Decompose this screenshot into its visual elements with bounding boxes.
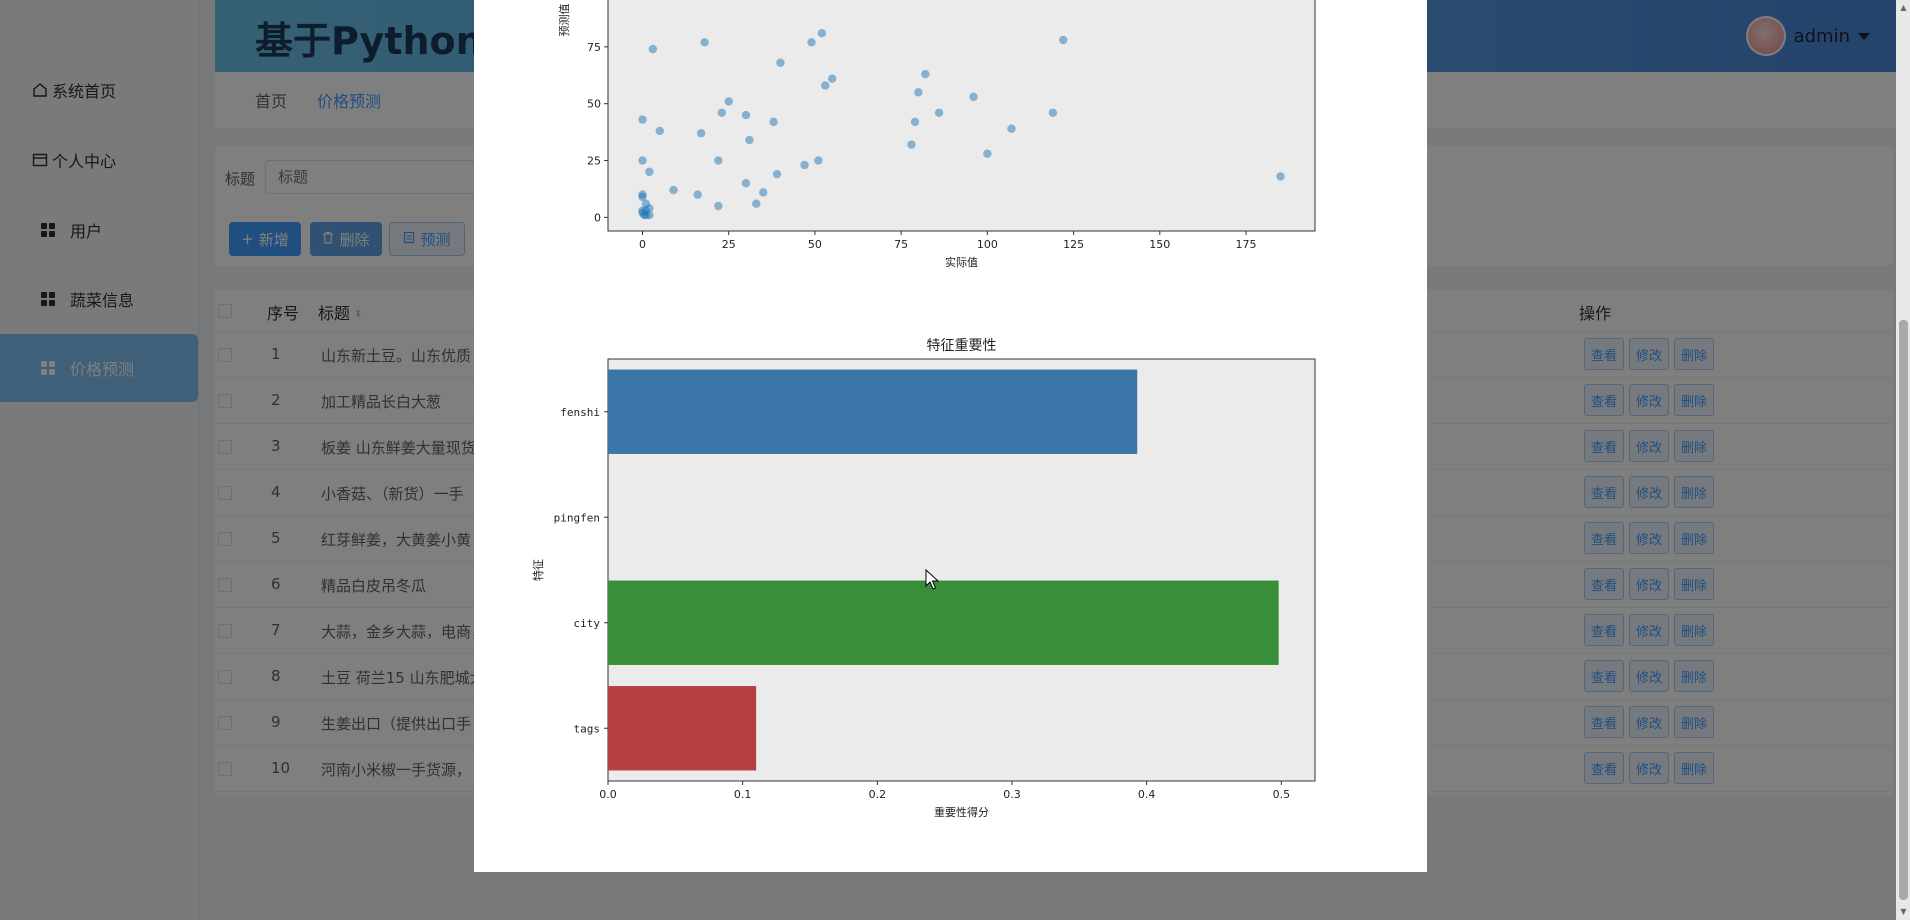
y-tick-label: 0 bbox=[594, 211, 601, 224]
bar-tags bbox=[608, 686, 757, 771]
x-tick-label: 175 bbox=[1236, 238, 1257, 251]
scatter-point bbox=[648, 44, 658, 54]
scatter-point bbox=[1276, 172, 1285, 181]
x-tick-label: 0.3 bbox=[1003, 788, 1021, 801]
scatter-point bbox=[907, 140, 916, 149]
scatter-point bbox=[934, 108, 944, 117]
scroll-down-arrow[interactable]: ▼ bbox=[1899, 906, 1908, 918]
scatter-point bbox=[752, 199, 761, 208]
x-tick-label: 0.4 bbox=[1138, 788, 1156, 801]
scatter-point bbox=[741, 179, 751, 188]
scatter-point bbox=[696, 129, 706, 138]
scatter-point bbox=[700, 38, 709, 47]
scatter-point bbox=[1059, 35, 1068, 45]
y-axis-label: 预测值 bbox=[558, 4, 571, 37]
scatter-point bbox=[983, 149, 992, 158]
x-axis-label: 实际值 bbox=[945, 255, 978, 269]
scatter-point bbox=[821, 81, 830, 90]
scatter-point bbox=[910, 117, 920, 127]
scatter-point bbox=[776, 58, 785, 67]
scatter-point bbox=[814, 156, 823, 165]
scatter-point bbox=[969, 92, 978, 102]
scatter-point bbox=[638, 115, 647, 124]
bar-fenshi bbox=[608, 369, 1138, 454]
scatter-point bbox=[772, 169, 782, 179]
scatter-point bbox=[817, 28, 827, 38]
scatter-point bbox=[645, 210, 654, 220]
x-tick-label: 0.5 bbox=[1273, 788, 1291, 801]
scatter-point bbox=[914, 88, 923, 97]
scatter-point bbox=[669, 185, 678, 195]
category-label: city bbox=[574, 617, 601, 630]
scatter-point bbox=[645, 167, 654, 177]
x-axis-label: 重要性得分 bbox=[934, 805, 989, 819]
x-tick-label: 150 bbox=[1149, 238, 1170, 251]
prediction-charts: 02550751001251501750255075100实际值预测值fensh… bbox=[531, 0, 1316, 819]
scatter-point bbox=[714, 201, 723, 211]
x-tick-label: 0 bbox=[639, 238, 646, 251]
category-label: tags bbox=[574, 722, 601, 735]
bar-city bbox=[608, 580, 1279, 665]
chart-title: 特征重要性 bbox=[927, 338, 997, 354]
category-label: fenshi bbox=[560, 406, 600, 419]
y-axis-label: 特征 bbox=[531, 559, 545, 581]
mouse-cursor-icon bbox=[925, 569, 939, 590]
x-tick-label: 25 bbox=[722, 238, 736, 251]
category-label: pingfen bbox=[554, 511, 600, 524]
scatter-point bbox=[638, 156, 647, 165]
scatter-point bbox=[714, 156, 723, 165]
x-tick-label: 0.2 bbox=[869, 788, 887, 801]
scroll-thumb[interactable] bbox=[1899, 320, 1908, 900]
scatter-point bbox=[741, 110, 751, 120]
scatter-point bbox=[724, 97, 733, 106]
page-scrollbar[interactable]: ▲ ▼ bbox=[1896, 0, 1910, 920]
scroll-up-arrow[interactable]: ▲ bbox=[1899, 2, 1908, 14]
x-tick-label: 125 bbox=[1063, 238, 1084, 251]
scatter-point bbox=[745, 135, 754, 145]
x-tick-label: 0.0 bbox=[599, 788, 617, 801]
scatter-point bbox=[1048, 108, 1058, 117]
scatter-point bbox=[693, 190, 702, 199]
scatter-point bbox=[807, 38, 816, 47]
x-tick-label: 0.1 bbox=[734, 788, 752, 801]
scatter-point bbox=[717, 108, 727, 117]
scatter-point bbox=[758, 188, 768, 197]
x-tick-label: 75 bbox=[894, 238, 908, 251]
scatter-point bbox=[827, 74, 837, 83]
prediction-dialog: 02550751001251501750255075100实际值预测值fensh… bbox=[474, 0, 1427, 872]
x-tick-label: 50 bbox=[808, 238, 822, 251]
scatter-point bbox=[769, 117, 778, 127]
y-tick-label: 25 bbox=[587, 155, 601, 168]
y-tick-label: 50 bbox=[587, 98, 601, 111]
scatter-point bbox=[800, 160, 809, 170]
x-tick-label: 100 bbox=[977, 238, 998, 251]
scatter-point bbox=[655, 126, 664, 136]
scatter-plot-area bbox=[607, 0, 1316, 232]
scatter-point bbox=[921, 69, 930, 79]
scatter-point bbox=[1007, 124, 1016, 133]
y-tick-label: 75 bbox=[587, 41, 601, 54]
